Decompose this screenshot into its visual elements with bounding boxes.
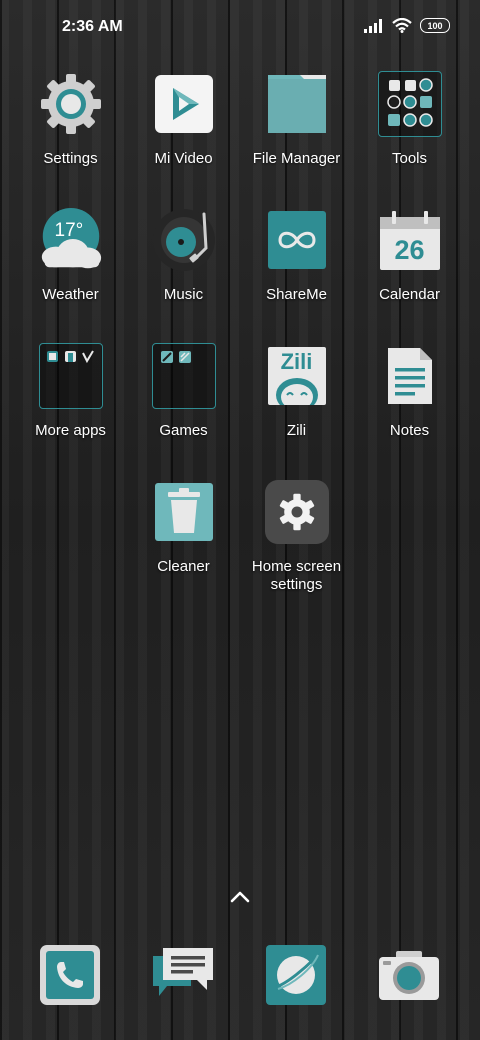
battery-level: 100 bbox=[427, 20, 443, 31]
app-shareme[interactable]: ShareMe bbox=[240, 208, 353, 304]
dock bbox=[0, 944, 480, 1006]
app-weather[interactable]: 17° Weather bbox=[14, 208, 127, 304]
calendar-date: 26 bbox=[394, 235, 425, 265]
app-label: File Manager bbox=[252, 150, 341, 167]
signal-icon bbox=[364, 18, 382, 33]
trash-icon bbox=[154, 483, 213, 541]
battery-icon: 100 bbox=[420, 18, 450, 33]
phone-icon bbox=[40, 945, 100, 1005]
app-music[interactable]: Music bbox=[127, 208, 240, 304]
app-label: ShareMe bbox=[266, 286, 327, 303]
dock-messages[interactable] bbox=[151, 944, 215, 1006]
weather-temperature: 17° bbox=[54, 220, 84, 241]
app-games[interactable]: Games bbox=[127, 343, 240, 440]
app-cleaner[interactable]: Cleaner bbox=[127, 480, 240, 576]
home-settings-icon bbox=[264, 480, 329, 544]
app-label: Notes bbox=[389, 422, 430, 439]
camera-icon bbox=[379, 951, 439, 1000]
message-icon bbox=[153, 948, 213, 996]
zili-logo-text: Zili bbox=[280, 349, 313, 374]
app-label: More apps bbox=[35, 422, 106, 439]
dock-camera[interactable] bbox=[377, 944, 441, 1006]
app-file-manager[interactable]: File Manager bbox=[240, 72, 353, 168]
notes-icon bbox=[387, 348, 432, 404]
dock-browser[interactable] bbox=[264, 944, 328, 1006]
app-label: Zili bbox=[286, 422, 307, 439]
status-bar: 2:36 AM 100 bbox=[0, 0, 480, 56]
app-mi-video[interactable]: Mi Video bbox=[127, 72, 240, 168]
tools-folder-icon bbox=[377, 71, 442, 137]
folder-icon bbox=[267, 75, 326, 133]
status-time: 2:36 AM bbox=[62, 18, 123, 35]
app-notes[interactable]: Notes bbox=[353, 344, 466, 440]
app-label: Mi Video bbox=[154, 150, 213, 167]
app-label: Tools bbox=[391, 150, 428, 167]
app-label: Cleaner bbox=[157, 558, 210, 575]
record-player-icon bbox=[152, 209, 215, 271]
app-label: Home screen settings bbox=[251, 558, 342, 593]
app-zili[interactable]: Zili Zili bbox=[240, 344, 353, 440]
play-icon bbox=[154, 75, 213, 133]
more-apps-folder-icon bbox=[38, 343, 103, 409]
app-label: Settings bbox=[43, 150, 98, 167]
app-calendar[interactable]: 26 Calendar bbox=[353, 208, 466, 304]
app-home-screen-settings[interactable]: Home screen settings bbox=[240, 480, 353, 594]
app-settings[interactable]: Settings bbox=[14, 72, 127, 168]
app-label: Games bbox=[159, 422, 208, 439]
app-label: Calendar bbox=[379, 286, 440, 303]
app-label: Music bbox=[163, 286, 204, 303]
app-label: Weather bbox=[42, 286, 99, 303]
chevron-up-icon[interactable] bbox=[229, 889, 251, 905]
dock-phone[interactable] bbox=[38, 944, 102, 1006]
wifi-icon bbox=[392, 18, 412, 33]
app-tools[interactable]: Tools bbox=[353, 71, 466, 168]
infinity-icon bbox=[267, 211, 326, 269]
gear-icon bbox=[40, 74, 101, 134]
app-more-apps[interactable]: More apps bbox=[14, 343, 127, 440]
games-folder-icon bbox=[151, 343, 216, 409]
status-icons: 100 bbox=[364, 18, 450, 33]
browser-icon bbox=[266, 945, 326, 1005]
